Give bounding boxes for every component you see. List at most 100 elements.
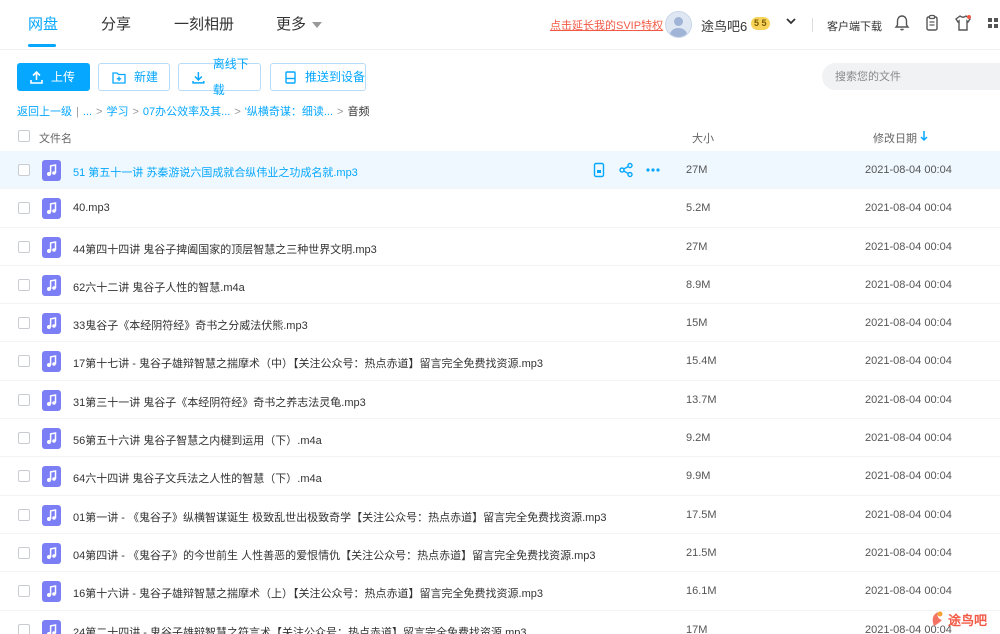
breadcrumb: 返回上一级 |... > 学习 >07办公效率及其... > '纵横奇谋：细读... > 音频	[17, 103, 369, 119]
chevron-down-icon[interactable]	[785, 15, 797, 27]
audio-file-icon	[42, 619, 61, 634]
file-name[interactable]: 17第十七讲 - 鬼谷子雄辩智慧之揣摩术（中）【关注公众号：热点赤道】留言完全免…	[73, 355, 543, 371]
file-size: 21.5M	[686, 546, 717, 559]
table-row[interactable]: 62六十二讲 鬼谷子人性的智慧.m4a 8.9M 2021-08-04 00:04	[0, 266, 1000, 305]
audio-file-icon	[42, 160, 61, 181]
file-name[interactable]: 40.mp3	[73, 202, 110, 214]
table-row[interactable]: 51 第五十一讲 苏秦游说六国成就合纵伟业之功成名就.mp3 27M 2021-08…	[0, 151, 1000, 190]
client-download-link[interactable]: 客户端下载	[827, 18, 882, 34]
file-name[interactable]: 24第二十四讲 - 鬼谷子雄辩智慧之符言术【关注公众号：热点赤道】留言完全免费找…	[73, 624, 526, 634]
row-checkbox[interactable]	[18, 393, 30, 406]
row-checkbox[interactable]	[18, 470, 30, 483]
select-all-checkbox[interactable]	[18, 130, 30, 142]
more-icon[interactable]	[645, 162, 661, 178]
download-icon	[192, 71, 205, 84]
file-size: 9.9M	[686, 470, 711, 483]
file-size: 13.7M	[686, 393, 717, 406]
search-input[interactable]	[822, 63, 1000, 90]
row-checkbox[interactable]	[18, 623, 30, 634]
file-name[interactable]: 51 第五十一讲 苏秦游说六国成就合纵伟业之功成名就.mp3	[73, 164, 358, 180]
breadcrumb-separator: >	[337, 106, 344, 118]
column-header-size[interactable]: 大小	[692, 130, 714, 146]
table-row[interactable]: 24第二十四讲 - 鬼谷子雄辩智慧之符言术【关注公众号：热点赤道】留言完全免费找…	[0, 611, 1000, 634]
table-row[interactable]: 40.mp3 5.2M 2021-08-04 00:04	[0, 189, 1000, 228]
upload-icon	[30, 70, 43, 84]
active-tab-indicator	[28, 44, 56, 47]
file-name[interactable]: 33鬼谷子《本经阴符经》奇书之分威法伏熊.mp3	[73, 317, 308, 333]
table-row[interactable]: 31第三十一讲 鬼谷子《本经阴符经》奇书之养志法灵龟.mp3 13.7M 2021-…	[0, 381, 1000, 420]
breadcrumb-separator: >	[96, 106, 103, 118]
top-nav: 网盘 分享 一刻相册 更多 点击延长我的SVIP特权 途鸟吧6 5 5 客户端下…	[0, 0, 1000, 50]
table-row[interactable]: 44第四十四讲 鬼谷子捭阖国家的顶层智慧之三种世界文明.mp3 27M 2021-0…	[0, 228, 1000, 266]
table-row[interactable]: 56第五十六讲 鬼谷子智慧之内楗到运用（下）.m4a 9.2M 2021-08-04…	[0, 419, 1000, 458]
device-push-icon[interactable]	[591, 162, 607, 178]
breadcrumb-current: 音频	[347, 106, 370, 118]
table-header: 文件名 大小 修改日期	[0, 121, 1000, 151]
row-checkbox[interactable]	[18, 278, 30, 291]
file-size: 5.2M	[686, 202, 711, 215]
file-date: 2021-08-04 00:04	[865, 202, 952, 215]
file-name[interactable]: 62六十二讲 鬼谷子人性的智慧.m4a	[73, 279, 245, 295]
grid-icon[interactable]	[986, 14, 1000, 32]
svip-renew-link[interactable]: 点击延长我的SVIP特权	[550, 17, 663, 33]
row-checkbox[interactable]	[18, 317, 30, 330]
audio-file-icon	[42, 428, 61, 450]
column-header-name[interactable]: 文件名	[39, 130, 72, 146]
shirt-icon[interactable]	[954, 14, 972, 32]
row-checkbox[interactable]	[18, 240, 30, 253]
offline-download-button[interactable]: 离线下载	[178, 57, 261, 97]
audio-file-icon	[42, 198, 61, 220]
upload-button[interactable]: 上传	[17, 63, 90, 91]
row-checkbox[interactable]	[18, 202, 30, 215]
tab-more[interactable]: 更多	[276, 13, 323, 34]
avatar[interactable]	[665, 11, 692, 38]
breadcrumb-item-office[interactable]: 07办公效率及其...	[143, 106, 230, 118]
audio-file-icon	[42, 274, 61, 296]
table-row[interactable]: 04第四讲 - 《鬼谷子》的今世前生 人性善恶的爱恨情仇【关注公众号：热点赤道】…	[0, 534, 1000, 573]
breadcrumb-separator: >	[132, 106, 139, 118]
breadcrumb-item-course[interactable]: '纵横奇谋：细读...	[245, 106, 333, 118]
new-button[interactable]: 新建	[98, 63, 170, 91]
file-date: 2021-08-04 00:04	[865, 432, 952, 445]
breadcrumb-back[interactable]: 返回上一级	[17, 106, 72, 118]
push-to-device-button[interactable]: 推送到设备	[270, 63, 366, 91]
file-size: 17M	[686, 623, 708, 634]
file-name[interactable]: 44第四十四讲 鬼谷子捭阖国家的顶层智慧之三种世界文明.mp3	[73, 241, 377, 257]
row-checkbox[interactable]	[18, 432, 30, 445]
share-icon[interactable]	[618, 162, 634, 178]
file-name[interactable]: 16第十六讲 - 鬼谷子雄辩智慧之揣摩术（上）【关注公众号：热点赤道】留言完全免…	[73, 585, 543, 601]
push-to-device-label: 推送到设备	[305, 70, 366, 84]
row-checkbox[interactable]	[18, 355, 30, 368]
bell-icon[interactable]	[893, 14, 911, 32]
table-row[interactable]: 64六十四讲 鬼谷子文兵法之人性的智慧（下）.m4a 9.9M 2021-08-04…	[0, 457, 1000, 496]
tab-share[interactable]: 分享	[101, 13, 131, 34]
username[interactable]: 途鸟吧6	[701, 16, 747, 35]
tab-more-label: 更多	[276, 16, 307, 33]
table-row[interactable]: 16第十六讲 - 鬼谷子雄辩智慧之揣摩术（上）【关注公众号：热点赤道】留言完全免…	[0, 572, 1000, 611]
tab-album[interactable]: 一刻相册	[174, 13, 234, 34]
table-row[interactable]: 17第十七讲 - 鬼谷子雄辩智慧之揣摩术（中）【关注公众号：热点赤道】留言完全免…	[0, 342, 1000, 381]
row-checkbox[interactable]	[18, 508, 30, 521]
breadcrumb-ellipsis[interactable]: ...	[83, 106, 92, 118]
clipboard-icon[interactable]	[923, 14, 941, 32]
file-date: 2021-08-04 00:04	[865, 164, 952, 176]
file-name[interactable]: 01第一讲 - 《鬼谷子》纵横智谋诞生 极致乱世出极致奇学【关注公众号：热点赤道…	[73, 509, 607, 525]
column-header-date[interactable]: 修改日期	[873, 130, 917, 146]
audio-file-icon	[42, 504, 61, 526]
tab-netdisk[interactable]: 网盘	[28, 13, 58, 34]
table-row[interactable]: 01第一讲 - 《鬼谷子》纵横智谋诞生 极致乱世出极致奇学【关注公众号：热点赤道…	[0, 496, 1000, 534]
caret-down-icon	[312, 22, 323, 29]
breadcrumb-separator: >	[234, 106, 241, 118]
file-name[interactable]: 64六十四讲 鬼谷子文兵法之人性的智慧（下）.m4a	[73, 470, 322, 486]
table-row[interactable]: 33鬼谷子《本经阴符经》奇书之分威法伏熊.mp3 15M 2021-08-04 00…	[0, 304, 1000, 343]
breadcrumb-item-study[interactable]: 学习	[106, 106, 128, 118]
file-name[interactable]: 31第三十一讲 鬼谷子《本经阴符经》奇书之养志法灵龟.mp3	[73, 394, 366, 410]
row-checkbox[interactable]	[18, 164, 30, 176]
file-size: 27M	[686, 240, 708, 253]
row-checkbox[interactable]	[18, 546, 30, 559]
row-checkbox[interactable]	[18, 585, 30, 598]
sort-down-icon[interactable]	[919, 130, 929, 142]
file-name[interactable]: 04第四讲 - 《鬼谷子》的今世前生 人性善恶的爱恨情仇【关注公众号：热点赤道】…	[73, 547, 596, 563]
file-name[interactable]: 56第五十六讲 鬼谷子智慧之内楗到运用（下）.m4a	[73, 432, 322, 448]
file-date: 2021-08-04 00:04	[865, 470, 952, 483]
